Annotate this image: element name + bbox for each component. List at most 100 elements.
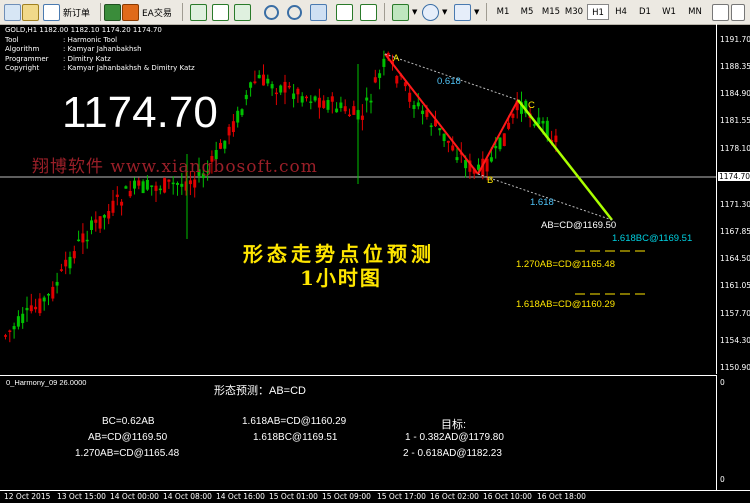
candle-body	[532, 124, 536, 126]
new-order-button[interactable]: 新订单	[43, 3, 90, 21]
candle-body	[421, 110, 425, 115]
templates-icon	[454, 3, 471, 21]
candle-body	[219, 142, 222, 149]
tf-h1[interactable]: H1	[587, 4, 609, 20]
bar-chart-icon	[190, 3, 207, 21]
candle-body	[395, 75, 399, 84]
tf-m15[interactable]: M15	[540, 4, 562, 20]
tf-w1[interactable]: W1	[658, 4, 680, 20]
candle-body	[416, 102, 420, 107]
tf-h4[interactable]: H4	[610, 4, 632, 20]
candle-body	[502, 133, 506, 147]
candle-body	[115, 194, 119, 197]
candle-body	[352, 106, 356, 115]
zoom-in-icon	[264, 4, 279, 20]
candle-body	[274, 92, 278, 95]
time-label: 16 Oct 18:00	[537, 492, 586, 501]
candle-body	[236, 110, 240, 123]
price-label: 1161.05	[720, 281, 750, 290]
info-key: Programmer	[5, 54, 49, 63]
time-label: 15 Oct 09:00	[322, 492, 371, 501]
tile-windows-button[interactable]	[310, 3, 330, 21]
tf-m1[interactable]: M1	[492, 4, 514, 20]
price-label: 1188.35	[720, 62, 750, 71]
candle-body	[98, 216, 102, 229]
candle-body	[176, 182, 179, 185]
candle-body	[317, 97, 321, 108]
candle-body	[378, 73, 382, 78]
crosshair-button[interactable]	[731, 3, 748, 21]
time-label: 15 Oct 17:00	[377, 492, 426, 501]
zoom-in-button[interactable]	[264, 3, 282, 21]
info-key: Algorithm	[5, 45, 40, 53]
zoom-out-button[interactable]	[287, 3, 305, 21]
candle-body	[133, 180, 136, 189]
cursor-button[interactable]	[712, 3, 732, 21]
ab1270-target: 1.270AB=CD@1165.48	[75, 448, 180, 459]
templates-button[interactable]: ▼	[454, 3, 479, 21]
current-price-display: 1174.70	[62, 88, 218, 137]
indicator-name: 0_Harmony_09 26.0000	[6, 378, 87, 387]
candle-body	[16, 316, 20, 327]
chevron-down-icon: ▼	[474, 8, 480, 16]
new-chart-icon	[4, 3, 21, 21]
info-row: Programmer: Dimitry Katz	[5, 55, 195, 65]
chart-info: GOLD,H1 1182.00 1182.10 1174.20 1174.70 …	[5, 26, 195, 74]
candle-body	[193, 179, 197, 188]
indicator-window[interactable]: 0_Harmony_09 26.0000 形态预测：AB=CD BC=0.62A…	[0, 375, 716, 491]
price-label: 1154.30	[720, 336, 750, 345]
indicator-scale-bottom: 0	[720, 475, 725, 484]
indicators-button[interactable]: ▼	[392, 3, 417, 21]
price-axis[interactable]: 1191.70 1188.35 1184.90 1181.55 1178.10 …	[716, 24, 750, 374]
periods-button[interactable]: ▼	[422, 3, 447, 21]
candle-body	[231, 121, 235, 133]
autoscroll-button[interactable]	[336, 3, 356, 21]
tf-mn[interactable]: MN	[684, 4, 706, 20]
bc1618-target: 1.618BC@1169.51	[253, 432, 338, 443]
cursor-icon	[712, 3, 729, 21]
candle-body	[489, 157, 493, 162]
price-label: 1164.50	[720, 254, 750, 263]
chart-header: GOLD,H1 1182.00 1182.10 1174.20 1174.70	[5, 26, 162, 34]
candle-body	[305, 96, 308, 99]
profiles-button[interactable]	[22, 3, 42, 21]
ea-trading-button[interactable]	[104, 3, 124, 21]
candle-body	[360, 115, 364, 120]
ea-label-button[interactable]: EA交易	[122, 3, 172, 21]
tf-m30[interactable]: M30	[563, 4, 585, 20]
info-row: Algorithm: Kamyar Jahanbakhsh	[5, 45, 195, 55]
tile-windows-icon	[310, 3, 327, 21]
candle-body	[102, 215, 106, 218]
ratio-ac-label: 0.618	[437, 76, 461, 87]
pattern-leg-ab	[384, 53, 479, 175]
candlestick-button[interactable]	[212, 3, 232, 21]
candle-body	[188, 180, 192, 185]
targets-title: 目标:	[441, 419, 467, 431]
candle-body	[12, 326, 16, 330]
candle-body	[313, 96, 317, 101]
candle-body	[494, 146, 498, 149]
indicator-axis: 0 0	[716, 375, 750, 490]
candle-body	[438, 128, 442, 131]
candle-body	[262, 74, 265, 86]
time-axis[interactable]: 12 Oct 2015 13 Oct 15:00 14 Oct 00:00 14…	[0, 490, 750, 503]
line-chart-button[interactable]	[234, 3, 254, 21]
candle-body	[42, 297, 46, 302]
toolbar: 新订单 EA交易 ▼ ▼ ▼ M1 M5 M15 M30 H1 H4 D1 W1…	[0, 0, 750, 25]
candle-body	[124, 186, 128, 189]
price-label: 1191.70	[720, 35, 750, 44]
new-chart-button[interactable]	[4, 3, 24, 21]
bc-ratio: BC=0.62AB	[102, 416, 155, 427]
candle-body	[343, 106, 347, 112]
time-label: 14 Oct 08:00	[163, 492, 212, 501]
bar-chart-button[interactable]	[190, 3, 210, 21]
price-chart[interactable]	[0, 24, 716, 374]
tf-d1[interactable]: D1	[634, 4, 656, 20]
candle-body	[64, 259, 68, 267]
candle-body	[137, 180, 141, 186]
pattern-leg-bc	[477, 99, 519, 175]
candle-body	[287, 85, 291, 88]
candle-body	[270, 84, 274, 89]
tf-m5[interactable]: M5	[516, 4, 538, 20]
chart-shift-button[interactable]	[360, 3, 380, 21]
